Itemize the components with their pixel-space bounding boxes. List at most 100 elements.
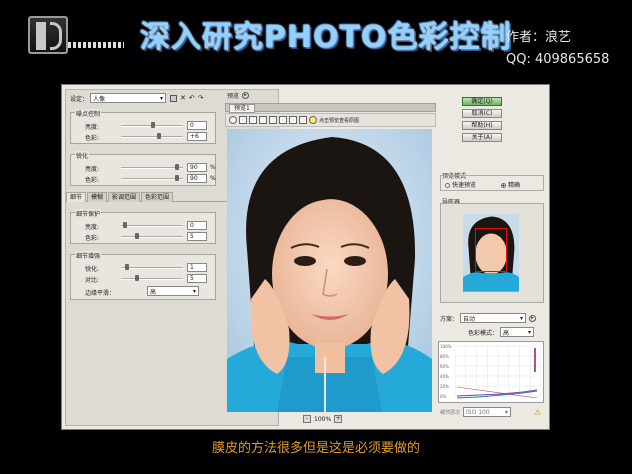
grid-icon[interactable] — [299, 116, 307, 124]
save-preset-icon[interactable] — [170, 94, 178, 102]
accurate-label: 精确 — [508, 182, 521, 189]
preview-photo[interactable] — [227, 129, 432, 412]
detail-level-label: 细节层次 — [440, 409, 461, 416]
edge-smooth-select[interactable]: 高 ▾ — [147, 286, 199, 296]
preview-area: 预览 ▸ 预览1 点击预览查看原图 - 100% + — [225, 89, 436, 426]
logo-mark-icon — [28, 16, 68, 54]
cancel-button[interactable]: 取消(C) — [462, 109, 502, 118]
undo-icon[interactable]: ↶ — [189, 94, 195, 102]
warning-icon[interactable]: ⚠ — [534, 408, 541, 417]
y-tick-label: 60% — [440, 364, 449, 369]
enhance-contrast-input[interactable]: 5 — [187, 274, 207, 283]
tab-preview1[interactable]: 预览1 — [229, 104, 255, 113]
layout-icon[interactable] — [279, 116, 287, 124]
slider-knob[interactable] — [175, 164, 179, 170]
logo-film-strip-icon — [68, 42, 124, 48]
accurate-radio[interactable]: 精确 — [501, 180, 520, 189]
preview-options-icon[interactable]: ▸ — [242, 92, 250, 99]
edge-smooth-label: 边缘平滑： — [85, 290, 116, 297]
noise-title: 噪点控制 — [75, 109, 102, 118]
zoom-bar: - 100% + — [303, 415, 343, 423]
sharpen-brightness-input[interactable]: 90 — [187, 163, 207, 172]
noise-brightness-slider[interactable] — [121, 122, 183, 128]
y-tick-label: 80% — [440, 354, 449, 359]
zoom-out-button[interactable]: - — [303, 415, 311, 423]
tab-detail[interactable]: 细节 — [66, 192, 87, 202]
slider-knob[interactable] — [135, 233, 139, 239]
preview-hint: 点击预览查看原图 — [319, 117, 360, 124]
slider-knob[interactable] — [157, 133, 161, 139]
tab-tonal-range[interactable]: 影调范围 — [108, 192, 141, 202]
help-icon[interactable] — [309, 116, 317, 124]
help-button[interactable]: 帮助(H) — [462, 121, 502, 130]
zoom-in-button[interactable]: + — [334, 415, 343, 423]
iso-select[interactable]: ISO 100 ▾ — [463, 407, 512, 417]
sharpen-color-slider[interactable] — [121, 175, 183, 181]
tab-blur[interactable]: 模糊 — [87, 192, 108, 202]
chevron-down-icon: ▾ — [520, 314, 524, 322]
navigator-viewport-frame[interactable] — [475, 228, 507, 272]
scheme-options-icon[interactable]: ▸ — [529, 314, 537, 322]
crop-icon[interactable] — [249, 116, 257, 124]
chevron-down-icon: ▾ — [505, 408, 509, 416]
fast-preview-radio[interactable]: 快速预览 — [445, 180, 476, 189]
scheme-select[interactable]: 自动 ▾ — [460, 313, 527, 323]
sharpen-brightness-slider[interactable] — [121, 164, 183, 170]
radio-checked-icon — [501, 183, 506, 188]
y-tick-label: 0% — [440, 394, 447, 399]
navigator-thumbnail[interactable] — [463, 214, 519, 292]
slider-knob[interactable] — [175, 175, 179, 181]
compare-icon[interactable] — [269, 116, 277, 124]
logo — [24, 14, 124, 58]
scheme-label: 方案： — [440, 315, 459, 323]
noise-color-slider[interactable] — [121, 133, 183, 139]
slider-knob[interactable] — [151, 122, 155, 128]
protect-color-label: 色彩: — [85, 235, 100, 242]
portrait-photo — [227, 129, 432, 412]
redo-icon[interactable]: ↷ — [198, 94, 204, 102]
iso-value: ISO 100 — [466, 408, 490, 416]
hand-tool-icon[interactable] — [239, 116, 247, 124]
slider-knob[interactable] — [135, 275, 139, 281]
noise-color-input[interactable]: +6 — [187, 132, 207, 141]
settings-label: 设定： — [70, 95, 89, 103]
enhance-sharpen-label: 锐化: — [85, 266, 100, 273]
enhance-sharpen-input[interactable]: 1 — [187, 263, 207, 272]
slider-knob[interactable] — [123, 222, 127, 228]
slider-knob[interactable] — [125, 264, 129, 270]
y-tick-label: 40% — [440, 374, 449, 379]
tab-color-range[interactable]: 色彩范围 — [141, 192, 174, 202]
chevron-down-icon: ▾ — [192, 287, 196, 295]
noise-color-label: 色彩: — [85, 135, 100, 142]
protect-brightness-slider[interactable] — [121, 222, 183, 228]
chevron-down-icon: ▾ — [160, 94, 164, 102]
sharpen-color-label: 色彩: — [85, 177, 100, 184]
delete-preset-icon[interactable]: ✕ — [180, 94, 186, 102]
noise-brightness-input[interactable]: 0 — [187, 121, 207, 130]
protect-brightness-label: 亮度: — [85, 224, 100, 231]
ok-button[interactable]: 确定(Q) — [462, 97, 502, 106]
noise-group: 噪点控制 亮度: 0 色彩: +6 — [70, 109, 216, 144]
preview-toolbar: 点击预览查看原图 — [225, 113, 436, 127]
protect-brightness-input[interactable]: 0 — [187, 221, 207, 230]
detail-enhance-title: 细节增强 — [75, 251, 102, 260]
percent-unit: % — [210, 164, 216, 171]
sharpen-color-input[interactable]: 90 — [187, 174, 207, 183]
about-button[interactable]: 关于(A) — [462, 133, 502, 142]
enhance-sharpen-slider[interactable] — [121, 264, 183, 270]
color-mode-select[interactable]: 高 ▾ — [500, 327, 535, 337]
edge-smooth-value: 高 — [150, 288, 157, 296]
preview-tab-strip: 预览1 — [225, 103, 436, 113]
copy-icon[interactable] — [289, 116, 297, 124]
y-tick-label: 100% — [440, 344, 452, 349]
split-view-icon[interactable] — [259, 116, 267, 124]
noise-brightness-label: 亮度: — [85, 124, 100, 131]
detail-protect-group: 细节保护 亮度: 0 色彩: 5 — [70, 209, 216, 244]
enhance-contrast-slider[interactable] — [121, 275, 183, 281]
settings-select[interactable]: 人像 ▾ — [90, 93, 167, 103]
protect-color-slider[interactable] — [121, 233, 183, 239]
noise-reduction-dialog: 设定： 人像 ▾ ✕ ↶ ↷ 噪点控制 亮度: 0 色彩: +6 锐化 亮度: … — [61, 84, 550, 430]
qq-text: QQ: 409865658 — [506, 52, 610, 67]
zoom-icon[interactable] — [229, 116, 237, 124]
protect-color-input[interactable]: 5 — [187, 232, 207, 241]
